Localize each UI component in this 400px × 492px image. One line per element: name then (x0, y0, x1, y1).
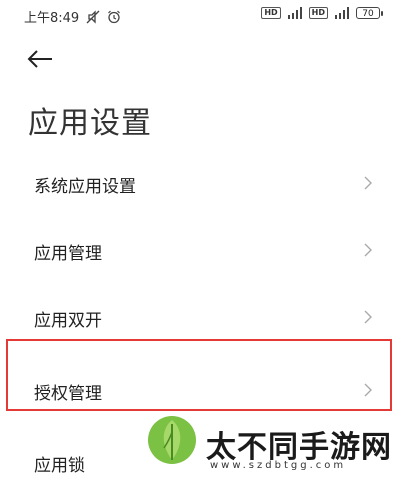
list-item-label: 系统应用设置 (34, 177, 136, 197)
status-time: 上午8:49 (24, 11, 80, 26)
settings-list: 系统应用设置 应用管理 应用双开 授权管理 应用锁 (0, 150, 400, 492)
sim2-hd-badge: HD (308, 7, 328, 19)
mute-icon (86, 9, 100, 24)
chevron-right-icon (364, 243, 372, 257)
list-item-dual-apps[interactable]: 应用双开 (0, 284, 400, 351)
list-item-label: 授权管理 (34, 384, 102, 404)
arrow-left-icon (27, 50, 52, 68)
chevron-right-icon (364, 383, 372, 397)
chevron-right-icon (364, 176, 372, 190)
list-item-system-app-settings[interactable]: 系统应用设置 (0, 150, 400, 217)
chevron-right-icon (364, 310, 372, 324)
page-title: 应用设置 (28, 106, 152, 141)
list-item-label: 应用锁 (34, 456, 85, 476)
sim1-hd-badge: HD (261, 7, 281, 19)
status-bar: 上午8:49 HD HD 70 (0, 0, 400, 32)
status-left: 上午8:49 (24, 7, 121, 26)
signal-icon (334, 7, 350, 19)
back-button[interactable] (26, 48, 60, 72)
list-item-app-lock[interactable]: 应用锁 (0, 425, 400, 492)
list-item-label: 应用双开 (34, 311, 102, 331)
battery-icon: 70 (356, 7, 383, 19)
alarm-icon (107, 10, 121, 24)
status-right: HD HD 70 (261, 7, 383, 19)
list-item-app-management[interactable]: 应用管理 (0, 217, 400, 284)
signal-icon (287, 7, 303, 19)
list-item-permission-management[interactable]: 授权管理 (0, 351, 400, 425)
list-item-label: 应用管理 (34, 244, 102, 264)
